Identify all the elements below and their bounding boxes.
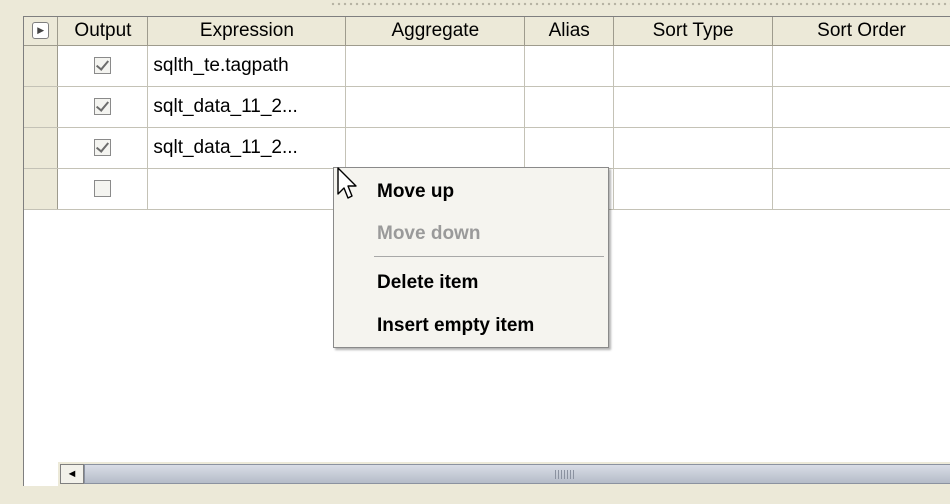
alias-cell[interactable]: [524, 127, 615, 169]
aggregate-cell[interactable]: [345, 127, 526, 169]
expression-cell[interactable]: [147, 168, 347, 210]
horizontal-scrollbar[interactable]: ◄: [58, 462, 950, 486]
scroll-left-button[interactable]: ◄: [60, 464, 84, 484]
output-cell[interactable]: [57, 86, 149, 128]
grip-icon: [555, 470, 575, 479]
sort-order-cell[interactable]: [772, 168, 950, 210]
output-cell[interactable]: [57, 45, 149, 87]
output-checkbox[interactable]: [94, 139, 112, 157]
sort-order-cell[interactable]: [772, 45, 950, 87]
context-menu: Move up Move down Delete item Insert emp…: [333, 167, 609, 348]
output-cell[interactable]: [57, 168, 149, 210]
menu-item-move-down: Move down: [377, 223, 481, 244]
aggregate-cell[interactable]: [345, 45, 526, 87]
column-header-sort-type[interactable]: Sort Type: [613, 17, 774, 46]
column-header-sort-order[interactable]: Sort Order: [772, 17, 950, 46]
sort-order-cell[interactable]: [772, 86, 950, 128]
sort-type-cell[interactable]: [613, 168, 774, 210]
alias-cell[interactable]: [524, 45, 615, 87]
output-checkbox[interactable]: [94, 98, 112, 116]
aggregate-cell[interactable]: [345, 86, 526, 128]
expression-cell[interactable]: sqlt_data_11_2...: [147, 86, 347, 128]
menu-item-move-up[interactable]: Move up: [377, 177, 454, 207]
column-header-expression[interactable]: Expression: [147, 17, 347, 46]
table-row[interactable]: sqlth_te.tagpath: [24, 45, 950, 87]
alias-cell[interactable]: [524, 86, 615, 128]
expression-cell[interactable]: sqlt_data_11_2...: [147, 127, 347, 169]
expression-cell[interactable]: sqlth_te.tagpath: [147, 45, 347, 87]
header-row: ▶ Output Expression Aggregate Alias Sort…: [24, 17, 950, 46]
query-grid-window: ▶ Output Expression Aggregate Alias Sort…: [0, 0, 950, 504]
row-header[interactable]: [24, 45, 59, 87]
menu-item-delete-item[interactable]: Delete item: [377, 268, 478, 298]
column-header-alias[interactable]: Alias: [524, 17, 615, 46]
menu-separator: [374, 256, 604, 257]
output-checkbox[interactable]: [94, 57, 112, 75]
left-arrow-icon: ◄: [66, 468, 78, 480]
row-header[interactable]: [24, 168, 59, 210]
menu-item-insert-empty-item[interactable]: Insert empty item: [377, 311, 534, 341]
scroll-thumb[interactable]: [84, 464, 950, 484]
row-header[interactable]: [24, 127, 59, 169]
resize-grip[interactable]: [330, 2, 950, 8]
header-corner[interactable]: ▶: [24, 17, 59, 46]
column-header-aggregate[interactable]: Aggregate: [345, 17, 526, 46]
output-cell[interactable]: [57, 127, 149, 169]
expand-arrow-icon[interactable]: ▶: [32, 22, 50, 40]
output-checkbox[interactable]: [94, 180, 112, 198]
sort-type-cell[interactable]: [613, 86, 774, 128]
sort-order-cell[interactable]: [772, 127, 950, 169]
sort-type-cell[interactable]: [613, 45, 774, 87]
column-header-output[interactable]: Output: [57, 17, 149, 46]
window-bottom-edge: [0, 486, 950, 504]
table-row[interactable]: sqlt_data_11_2...: [24, 127, 950, 169]
table-row[interactable]: sqlt_data_11_2...: [24, 86, 950, 128]
mouse-pointer-icon: [337, 167, 357, 199]
sort-type-cell[interactable]: [613, 127, 774, 169]
row-header[interactable]: [24, 86, 59, 128]
